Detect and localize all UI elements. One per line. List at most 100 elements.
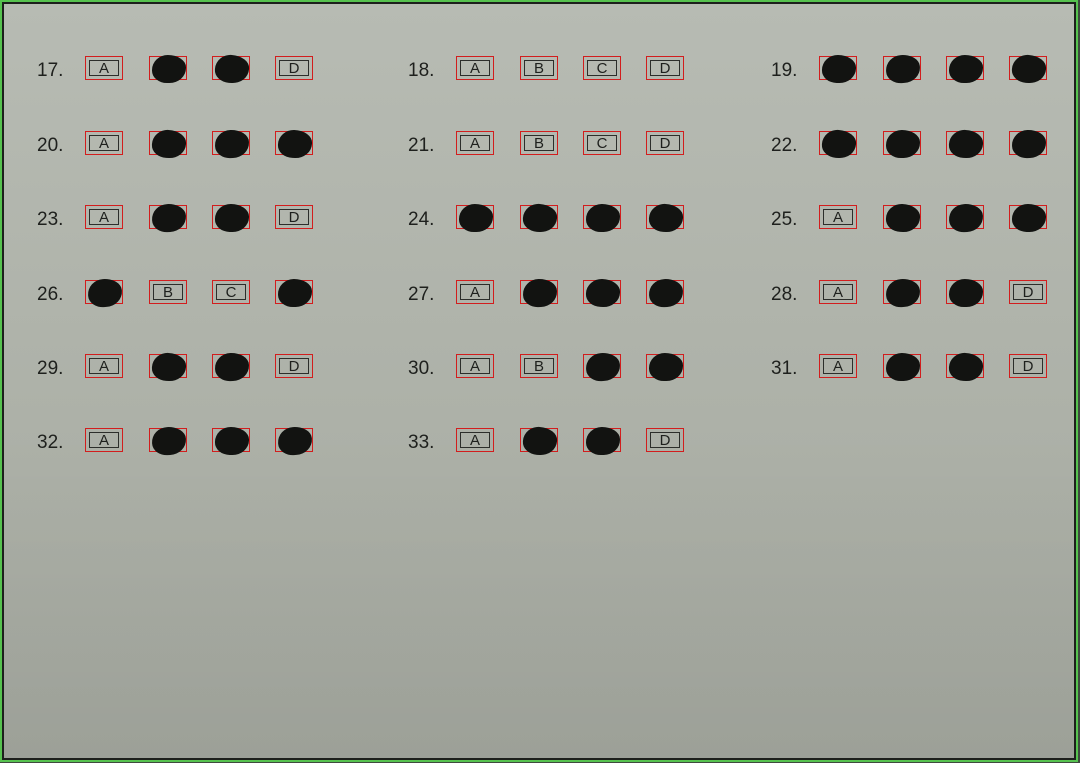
option-bubble-c[interactable]: C: [212, 426, 250, 456]
option-bubble-a[interactable]: A: [456, 280, 494, 304]
question-18: 18. A B C D: [408, 56, 738, 86]
option-bubble-d[interactable]: D: [275, 425, 313, 457]
option-letter: D: [288, 357, 300, 375]
option-bubble-a[interactable]: A: [456, 204, 494, 232]
pencil-mark: [885, 129, 921, 159]
option-letter: A: [832, 357, 843, 375]
pencil-mark: [87, 277, 123, 309]
option-bubble-d[interactable]: D: [646, 278, 684, 308]
option-bubble-b[interactable]: B: [149, 426, 187, 456]
option-bubble-a[interactable]: A: [456, 131, 494, 155]
option-bubble-c[interactable]: C: [946, 352, 984, 382]
option-letter: A: [98, 431, 109, 449]
option-bubble-d[interactable]: D: [275, 56, 313, 80]
option-letter: D: [659, 134, 671, 152]
option-bubble-c[interactable]: C: [212, 352, 250, 382]
option-bubble-d[interactable]: D: [646, 203, 684, 233]
option-bubble-b[interactable]: B: [149, 203, 187, 233]
option-bubble-c[interactable]: C: [212, 203, 250, 233]
pencil-mark: [522, 425, 558, 457]
option-bubble-d[interactable]: D: [646, 131, 684, 155]
option-bubble-a[interactable]: A: [819, 54, 857, 84]
question-number: 33.: [408, 432, 435, 453]
pencil-mark: [522, 278, 558, 308]
option-bubble-b[interactable]: B: [149, 280, 187, 304]
option-bubble-b[interactable]: B: [149, 55, 187, 83]
option-bubble-b[interactable]: B: [883, 352, 921, 382]
question-number: 20.: [37, 135, 64, 156]
question-number: 28.: [771, 284, 798, 305]
pencil-mark: [948, 352, 984, 382]
option-bubble-a[interactable]: A: [819, 128, 857, 160]
option-bubble-c[interactable]: C: [946, 279, 984, 307]
option-bubble-c[interactable]: C: [583, 351, 621, 383]
option-bubble-a[interactable]: A: [85, 428, 123, 452]
option-bubble-c[interactable]: C: [212, 280, 250, 304]
option-bubble-b[interactable]: B: [520, 278, 558, 308]
option-bubble-d[interactable]: D: [275, 278, 313, 308]
option-bubble-b[interactable]: B: [883, 53, 921, 85]
option-bubble-a[interactable]: A: [819, 354, 857, 378]
pencil-mark: [821, 128, 857, 160]
option-bubble-c[interactable]: C: [583, 426, 621, 456]
option-bubble-c[interactable]: C: [212, 53, 250, 85]
option-bubble-b[interactable]: B: [520, 354, 558, 378]
option-bubble-d[interactable]: D: [1009, 129, 1047, 159]
option-bubble-c[interactable]: C: [583, 278, 621, 308]
option-bubble-d[interactable]: D: [646, 428, 684, 452]
option-bubble-a[interactable]: A: [819, 205, 857, 229]
option-bubble-d[interactable]: D: [275, 205, 313, 229]
option-bubble-b[interactable]: B: [883, 129, 921, 159]
pencil-mark: [522, 202, 558, 234]
question-number: 21.: [408, 135, 435, 156]
option-bubble-c[interactable]: C: [946, 203, 984, 233]
pencil-mark: [277, 129, 313, 159]
option-bubble-d[interactable]: D: [1009, 280, 1047, 304]
question-number: 22.: [771, 135, 798, 156]
option-bubble-c[interactable]: C: [583, 56, 621, 80]
option-bubble-d[interactable]: D: [646, 56, 684, 80]
option-bubble-b[interactable]: B: [149, 352, 187, 382]
option-bubble-b[interactable]: B: [149, 129, 187, 159]
option-bubble-a[interactable]: A: [85, 277, 123, 309]
pencil-mark: [214, 53, 250, 85]
pencil-mark: [152, 55, 186, 83]
option-bubble-a[interactable]: A: [456, 354, 494, 378]
option-letter: D: [659, 431, 671, 449]
option-bubble-b[interactable]: B: [520, 425, 558, 457]
option-bubble-b[interactable]: B: [520, 131, 558, 155]
question-30: 30. A B CD: [408, 351, 738, 384]
option-letter: A: [98, 208, 109, 226]
option-bubble-c[interactable]: C: [946, 129, 984, 159]
pencil-mark: [948, 203, 984, 233]
option-bubble-c[interactable]: C: [946, 55, 984, 83]
option-bubble-a[interactable]: A: [456, 56, 494, 80]
option-bubble-a[interactable]: A: [85, 131, 123, 155]
option-bubble-b[interactable]: B: [883, 203, 921, 233]
option-bubble-b[interactable]: B: [520, 202, 558, 234]
option-bubble-a[interactable]: A: [819, 280, 857, 304]
option-bubble-b[interactable]: B: [520, 56, 558, 80]
pencil-mark: [214, 352, 250, 382]
option-bubble-d[interactable]: D: [1009, 203, 1047, 233]
option-bubble-c[interactable]: C: [583, 131, 621, 155]
option-bubble-a[interactable]: A: [85, 354, 123, 378]
option-bubble-d[interactable]: D: [1009, 53, 1047, 85]
option-bubble-d[interactable]: D: [275, 129, 313, 159]
option-bubble-a[interactable]: A: [456, 428, 494, 452]
option-bubble-a[interactable]: A: [85, 205, 123, 229]
pencil-mark: [585, 351, 621, 383]
option-bubble-d[interactable]: D: [646, 353, 684, 381]
option-letter: D: [288, 59, 300, 77]
option-bubble-c[interactable]: C: [583, 203, 621, 233]
option-bubble-a[interactable]: A: [85, 56, 123, 80]
option-letter: A: [469, 283, 480, 301]
option-letter: A: [98, 134, 109, 152]
option-letter: A: [98, 59, 109, 77]
option-bubble-d[interactable]: D: [275, 354, 313, 378]
option-bubble-c[interactable]: C: [212, 129, 250, 159]
option-bubble-b[interactable]: B: [883, 277, 921, 309]
question-27: 27. A BCD: [408, 278, 738, 310]
question-17: 17. A BC D: [37, 53, 367, 86]
option-bubble-d[interactable]: D: [1009, 354, 1047, 378]
